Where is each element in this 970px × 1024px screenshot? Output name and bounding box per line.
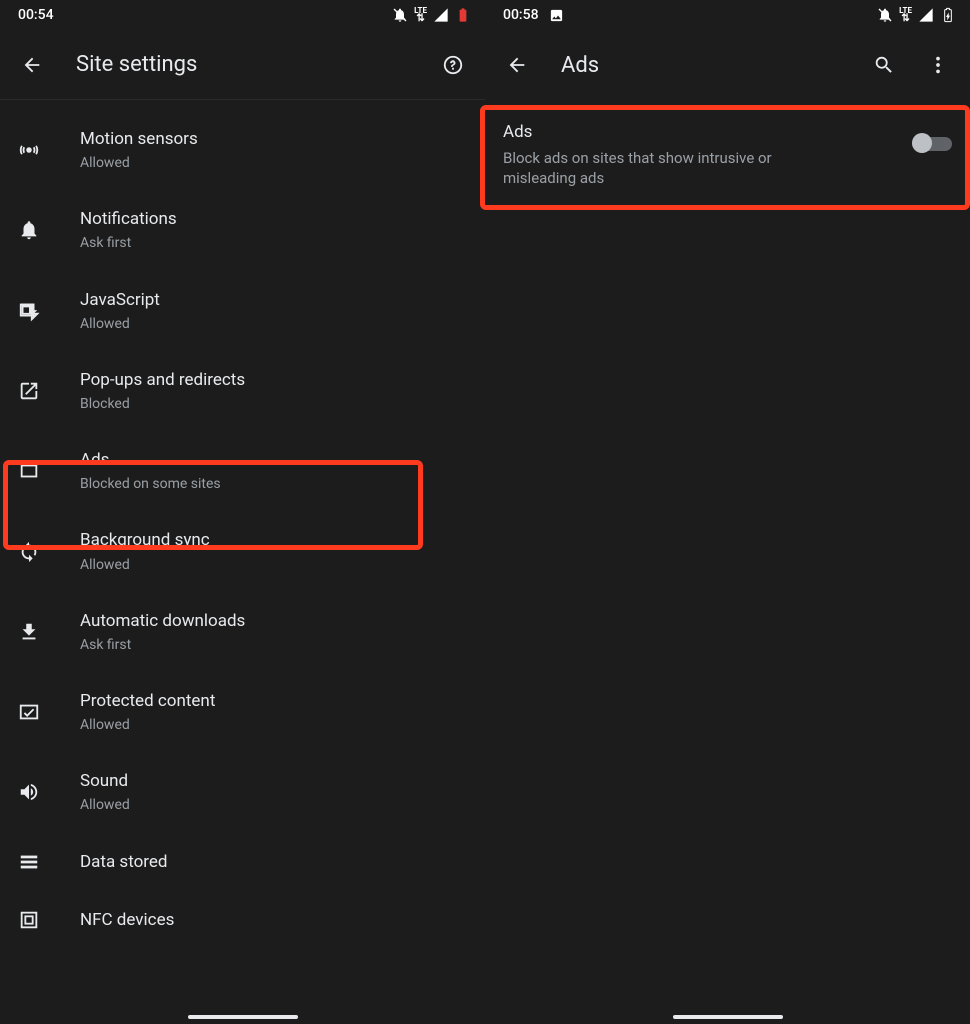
search-icon <box>873 54 895 76</box>
nav-handle-right[interactable] <box>673 1015 783 1019</box>
ads-toggle-row[interactable]: Ads Block ads on sites that show intrusi… <box>485 100 970 207</box>
more-vert-icon <box>927 54 949 76</box>
row-protected-content[interactable]: Protected content Allowed <box>0 672 485 752</box>
site-settings-pane: 00:54 LTE⇅ Site settings Motion sensors … <box>0 0 485 1024</box>
sync-icon <box>18 541 40 563</box>
ads-settings-pane: 00:58 LTE⇅ Ads Ads Block ads on sites th… <box>485 0 970 1024</box>
data-icon <box>18 851 40 873</box>
row-data-stored[interactable]: Data stored <box>0 833 485 891</box>
row-title: Sound <box>80 770 467 792</box>
row-title: Pop-ups and redirects <box>80 369 467 391</box>
row-title: NFC devices <box>80 909 467 931</box>
row-title: Data stored <box>80 851 467 873</box>
row-sub: Allowed <box>80 315 467 333</box>
row-title: Ads <box>80 449 467 471</box>
row-title: Background sync <box>80 529 467 551</box>
ads-toggle-description: Block ads on sites that show intrusive o… <box>503 148 823 189</box>
search-button[interactable] <box>862 43 906 87</box>
ads-icon <box>18 460 40 482</box>
row-nfc-devices[interactable]: NFC devices <box>0 891 485 935</box>
javascript-icon <box>18 300 40 322</box>
back-button[interactable] <box>10 43 54 87</box>
bell-icon <box>18 219 40 241</box>
row-notifications[interactable]: Notifications Ask first <box>0 190 485 270</box>
row-sub: Allowed <box>80 716 467 734</box>
row-title: Notifications <box>80 208 467 230</box>
app-bar-left: Site settings <box>0 30 485 100</box>
app-bar-right: Ads <box>485 30 970 100</box>
signal-icon <box>433 7 449 23</box>
status-icons-right: LTE⇅ <box>877 7 956 23</box>
protected-icon <box>18 701 40 723</box>
help-button[interactable] <box>431 43 475 87</box>
row-javascript[interactable]: JavaScript Allowed <box>0 271 485 351</box>
row-sub: Ask first <box>80 636 467 654</box>
ads-toggle-switch[interactable] <box>912 132 952 154</box>
row-sub: Allowed <box>80 556 467 574</box>
row-sub: Allowed <box>80 154 467 172</box>
row-title: Automatic downloads <box>80 610 467 632</box>
more-button[interactable] <box>916 43 960 87</box>
row-popups[interactable]: Pop-ups and redirects Blocked <box>0 351 485 431</box>
help-icon <box>442 54 464 76</box>
nfc-icon <box>18 909 40 931</box>
status-time: 00:54 <box>18 7 54 23</box>
row-sound[interactable]: Sound Allowed <box>0 752 485 832</box>
popup-icon <box>18 380 40 402</box>
page-title: Ads <box>549 53 852 78</box>
row-title: JavaScript <box>80 289 467 311</box>
motion-icon <box>18 139 40 161</box>
row-sub: Allowed <box>80 796 467 814</box>
ads-toggle-title: Ads <box>503 122 896 142</box>
site-settings-list: Motion sensors Allowed Notifications Ask… <box>0 100 485 1024</box>
row-background-sync[interactable]: Background sync Allowed <box>0 511 485 591</box>
lte-indicator: LTE⇅ <box>414 7 427 23</box>
dnd-off-icon <box>392 7 408 23</box>
back-arrow-icon <box>21 54 43 76</box>
row-title: Protected content <box>80 690 467 712</box>
back-button[interactable] <box>495 43 539 87</box>
row-sub: Blocked <box>80 395 467 413</box>
row-title: Motion sensors <box>80 128 467 150</box>
row-ads[interactable]: Ads Blocked on some sites <box>0 431 485 511</box>
status-time: 00:58 <box>503 7 539 23</box>
nav-handle-left[interactable] <box>188 1015 298 1019</box>
row-sub: Blocked on some sites <box>80 475 467 493</box>
row-sub: Ask first <box>80 234 467 252</box>
dnd-off-icon <box>877 7 893 23</box>
signal-icon <box>918 7 934 23</box>
sound-icon <box>18 781 40 803</box>
lte-indicator: LTE⇅ <box>899 7 912 23</box>
row-motion-sensors[interactable]: Motion sensors Allowed <box>0 110 485 190</box>
status-bar-right: 00:58 LTE⇅ <box>485 0 970 30</box>
page-title: Site settings <box>64 52 421 77</box>
status-bar-left: 00:54 LTE⇅ <box>0 0 485 30</box>
picture-icon <box>549 8 564 23</box>
battery-low-icon <box>455 7 471 23</box>
battery-charging-icon <box>940 7 956 23</box>
status-icons-left: LTE⇅ <box>392 7 471 23</box>
row-automatic-downloads[interactable]: Automatic downloads Ask first <box>0 592 485 672</box>
download-icon <box>18 621 40 643</box>
back-arrow-icon <box>506 54 528 76</box>
